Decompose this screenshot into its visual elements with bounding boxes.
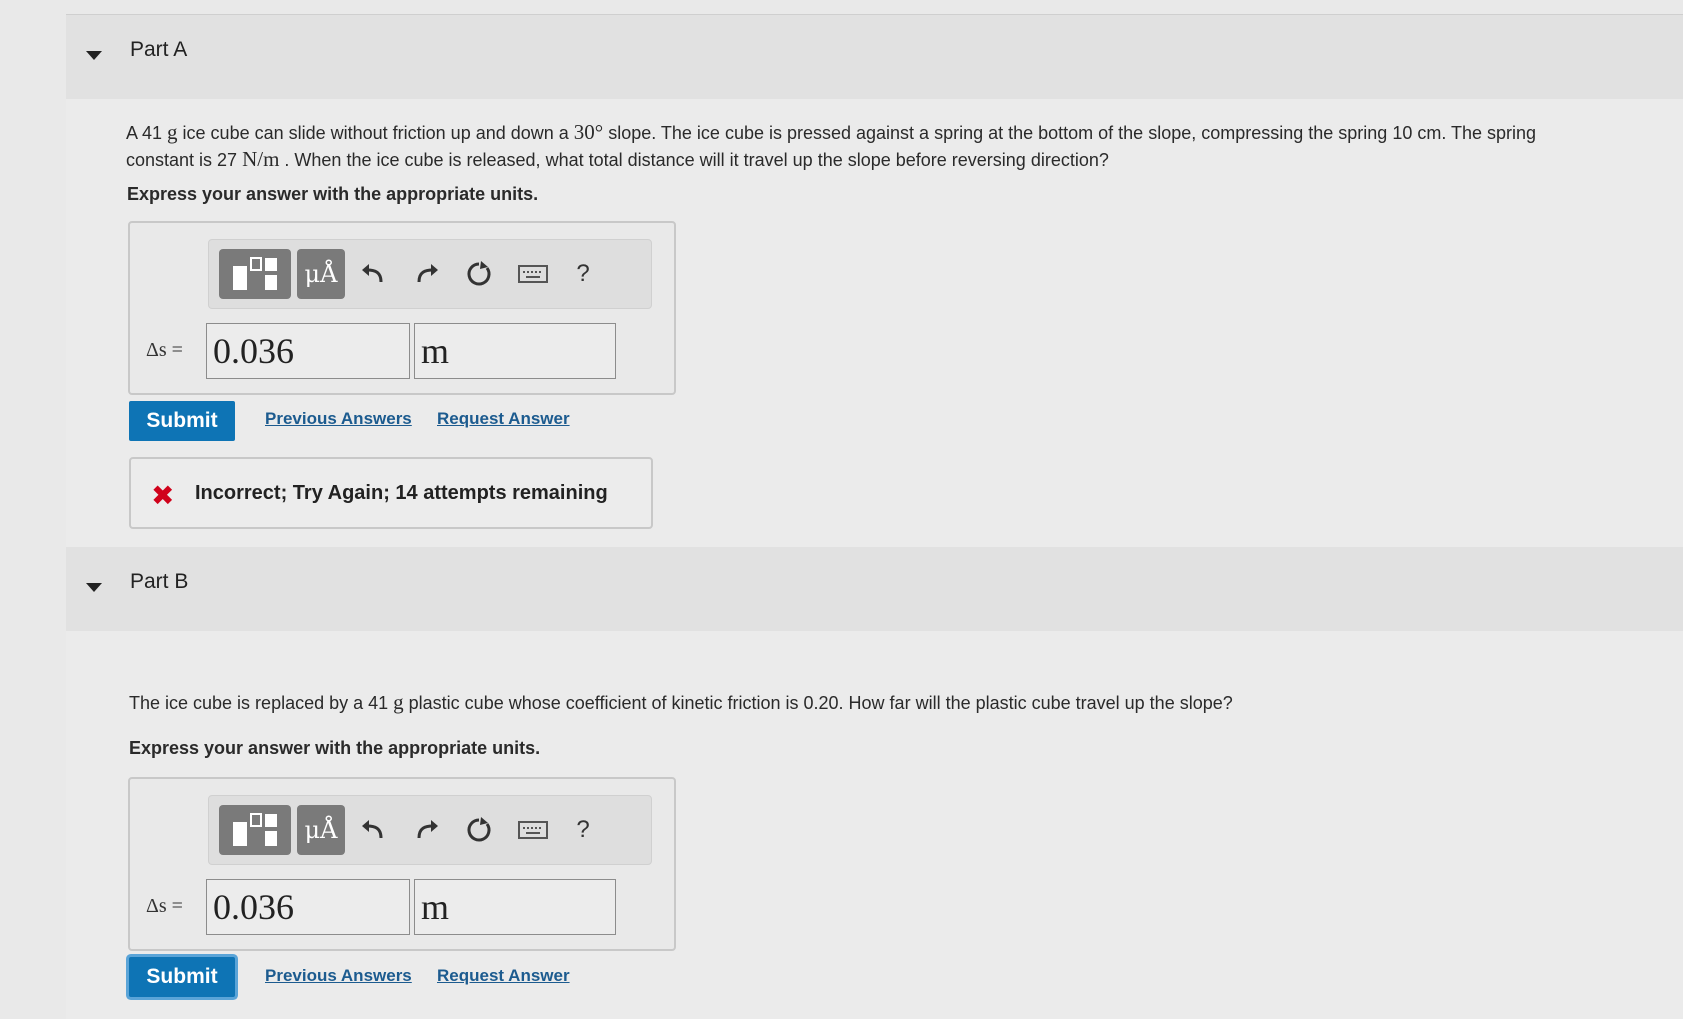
submit-button[interactable]: Submit	[129, 401, 235, 441]
units-button[interactable]: μÅ	[297, 249, 345, 299]
collapse-caret-icon[interactable]	[86, 51, 102, 60]
math-toolbar: μÅ ?	[208, 239, 652, 309]
reset-icon[interactable]	[459, 254, 499, 294]
part-b-header[interactable]: Part B	[66, 547, 1683, 631]
undo-icon[interactable]	[353, 810, 393, 850]
part-a-instructions: Express your answer with the appropriate…	[127, 184, 539, 204]
keyboard-icon[interactable]	[513, 810, 553, 850]
answer-label: Δs =	[146, 339, 183, 361]
keyboard-icon[interactable]	[513, 254, 553, 294]
value-input[interactable]: 0.036	[206, 879, 410, 935]
help-button[interactable]: ?	[563, 254, 603, 294]
part-b-instructions: Express your answer with the appropriate…	[129, 738, 541, 758]
value-input[interactable]: 0.036	[206, 323, 410, 379]
part-a-title: Part A	[130, 38, 188, 61]
undo-icon[interactable]	[353, 254, 393, 294]
reset-icon[interactable]	[459, 810, 499, 850]
answer-label: Δs =	[146, 895, 183, 917]
problem-page: Part A A 41 g ice cube can slide without…	[66, 14, 1683, 1019]
request-answer-link[interactable]: Request Answer	[437, 966, 570, 986]
feedback-box: ✖ Incorrect; Try Again; 14 attempts rema…	[129, 457, 653, 529]
feedback-message: Incorrect; Try Again; 14 attempts remain…	[195, 482, 608, 504]
redo-icon[interactable]	[407, 810, 447, 850]
templates-button[interactable]	[219, 805, 291, 855]
units-button[interactable]: μÅ	[297, 805, 345, 855]
previous-answers-link[interactable]: Previous Answers	[265, 409, 412, 429]
help-button[interactable]: ?	[563, 810, 603, 850]
previous-answers-link[interactable]: Previous Answers	[265, 966, 412, 986]
redo-icon[interactable]	[407, 254, 447, 294]
templates-icon	[233, 813, 277, 846]
unit-input[interactable]: m	[414, 879, 616, 935]
part-b-question: The ice cube is replaced by a 41 g plast…	[129, 690, 1233, 714]
math-toolbar: μÅ ?	[208, 795, 652, 865]
part-b-title: Part B	[130, 570, 189, 593]
incorrect-x-icon: ✖	[151, 480, 175, 511]
part-a-question: A 41 g ice cube can slide without fricti…	[126, 120, 1537, 171]
request-answer-link[interactable]: Request Answer	[437, 409, 570, 429]
part-a-header[interactable]: Part A	[66, 15, 1683, 99]
templates-icon	[233, 257, 277, 290]
part-b-answer-box: μÅ ? Δs = 0.036 m	[128, 777, 676, 951]
templates-button[interactable]	[219, 249, 291, 299]
part-a-answer-box: μÅ ? Δs = 0.036 m	[128, 221, 676, 395]
collapse-caret-icon[interactable]	[86, 583, 102, 592]
unit-input[interactable]: m	[414, 323, 616, 379]
submit-button[interactable]: Submit	[129, 957, 235, 997]
